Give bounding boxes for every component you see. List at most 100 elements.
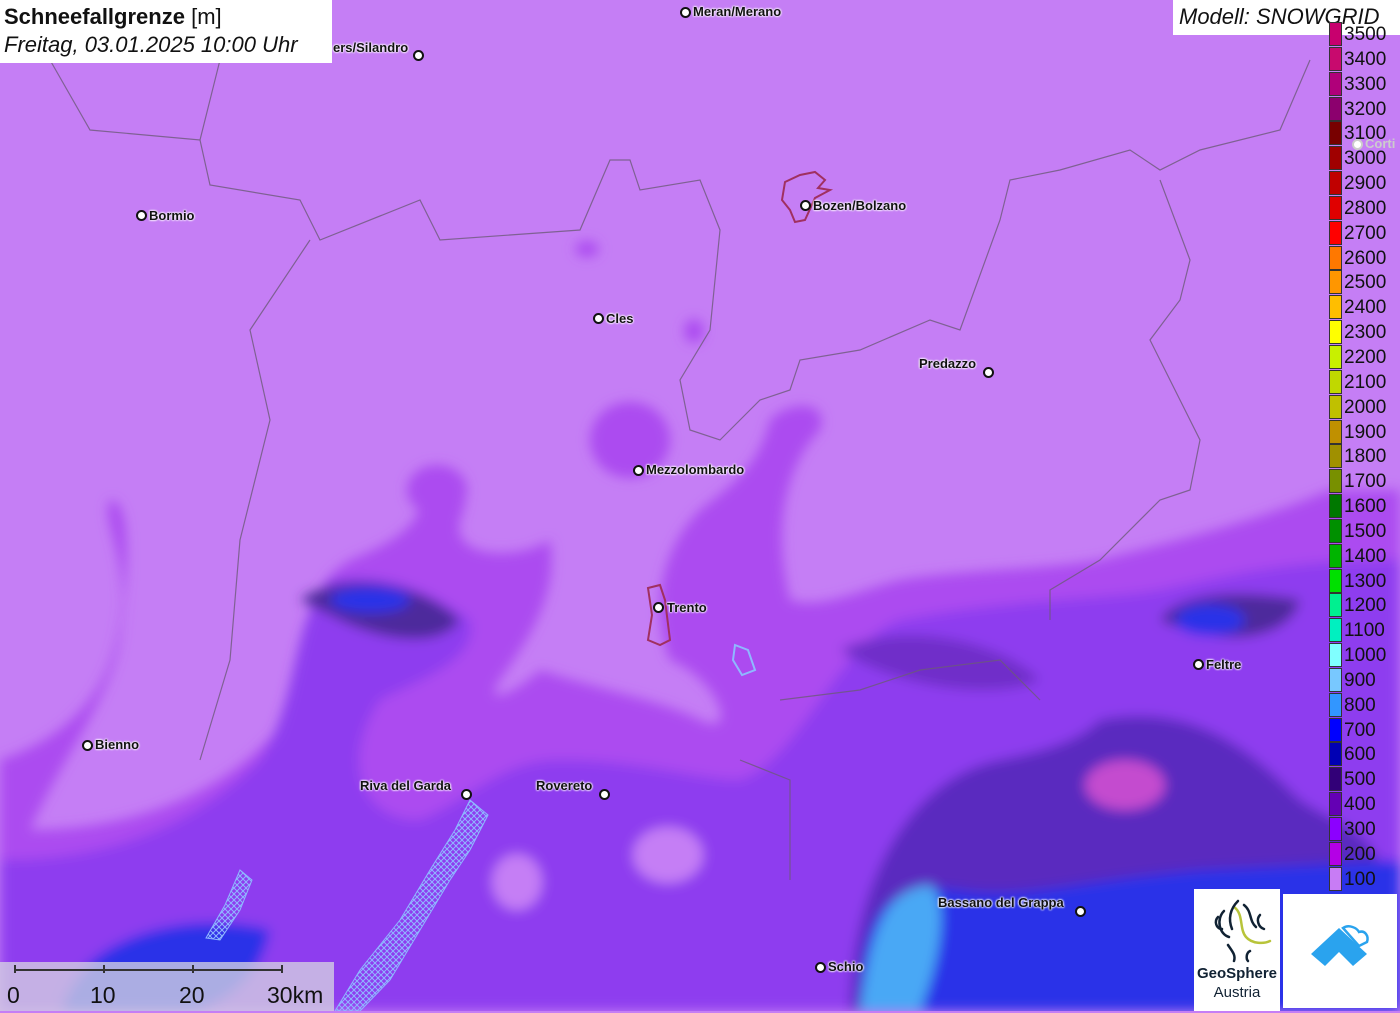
legend-value: 3100 bbox=[1344, 123, 1387, 145]
map-title: Schneefallgrenze bbox=[4, 4, 185, 29]
legend-swatch bbox=[1329, 146, 1342, 171]
legend-item: 1300 bbox=[1329, 568, 1400, 594]
legend-value: 1600 bbox=[1344, 496, 1387, 518]
city-dot bbox=[413, 50, 424, 61]
legend-item: 2700 bbox=[1329, 220, 1400, 246]
legend-swatch bbox=[1329, 643, 1342, 668]
legend-swatch bbox=[1329, 692, 1342, 717]
scale-label: 0 bbox=[7, 982, 20, 1008]
legend-item: 1900 bbox=[1329, 419, 1400, 445]
legend-value: 1500 bbox=[1344, 520, 1387, 542]
city-label: Riva del Garda bbox=[360, 778, 452, 793]
legend-swatch bbox=[1329, 295, 1342, 320]
legend-value: 2900 bbox=[1344, 173, 1387, 195]
legend-value: 1100 bbox=[1344, 620, 1385, 642]
legend-swatch bbox=[1329, 195, 1342, 220]
legend-item: 3100 bbox=[1329, 121, 1400, 146]
city-dot bbox=[815, 962, 826, 973]
legend-item: 2000 bbox=[1329, 394, 1400, 420]
legend-value: 3200 bbox=[1344, 98, 1387, 120]
city-label: Bormio bbox=[149, 208, 195, 223]
city-label: Bienno bbox=[95, 737, 140, 752]
legend-item: 200 bbox=[1329, 841, 1400, 867]
legend-swatch bbox=[1329, 270, 1342, 295]
legend-value: 2200 bbox=[1344, 346, 1387, 368]
city-label: Feltre bbox=[1206, 657, 1242, 672]
legend-swatch bbox=[1329, 494, 1342, 519]
legend-value: 900 bbox=[1344, 669, 1376, 691]
color-legend: 3500 3400 3300 3200 3100 3000 2900 2800 2700 2600… bbox=[1329, 22, 1400, 892]
scale-tick bbox=[192, 965, 194, 973]
legend-item: 2200 bbox=[1329, 344, 1400, 370]
city-dot bbox=[461, 789, 472, 800]
legend-value: 500 bbox=[1344, 769, 1376, 791]
legend-swatch bbox=[1329, 369, 1342, 394]
legend-swatch bbox=[1329, 792, 1342, 817]
legend-item: 2800 bbox=[1329, 195, 1400, 221]
legend-item: 2400 bbox=[1329, 295, 1400, 320]
legend-item: 3500 bbox=[1329, 22, 1400, 47]
legend-value: 2000 bbox=[1344, 396, 1387, 418]
legend-swatch bbox=[1329, 717, 1342, 742]
city-dot bbox=[800, 200, 811, 211]
legend-swatch bbox=[1329, 568, 1342, 593]
legend-swatch bbox=[1329, 518, 1342, 543]
legend-item: 300 bbox=[1329, 817, 1400, 842]
legend-value: 2600 bbox=[1344, 247, 1387, 269]
legend-item: 2500 bbox=[1329, 270, 1400, 295]
legend-swatch bbox=[1329, 394, 1342, 419]
legend-item: 3200 bbox=[1329, 96, 1400, 122]
legend-item: 1700 bbox=[1329, 469, 1400, 494]
legend-item: 3000 bbox=[1329, 146, 1400, 171]
legend-swatch bbox=[1329, 817, 1342, 841]
city-label: Bassano del Grappa bbox=[938, 895, 1064, 910]
legend-item: 700 bbox=[1329, 717, 1400, 743]
legend-swatch bbox=[1329, 866, 1342, 891]
legend-item: 1100 bbox=[1329, 618, 1400, 643]
legend-value: 1300 bbox=[1344, 570, 1387, 592]
legend-value: 1900 bbox=[1344, 421, 1387, 443]
legend-item: 500 bbox=[1329, 767, 1400, 792]
scale-label: 10 bbox=[90, 982, 116, 1008]
legend-value: 2500 bbox=[1344, 272, 1387, 294]
scale-tick bbox=[14, 965, 16, 973]
legend-item: 1800 bbox=[1329, 444, 1400, 469]
geosphere-austria-logo[interactable]: GeoSphere Austria bbox=[1194, 889, 1280, 1011]
legend-value: 3400 bbox=[1344, 48, 1387, 70]
city-dot bbox=[82, 740, 93, 751]
legend-value: 2800 bbox=[1344, 197, 1387, 219]
legend-swatch bbox=[1329, 841, 1342, 866]
legend-value: 600 bbox=[1344, 744, 1376, 766]
city-dot bbox=[983, 367, 994, 378]
legend-value: 2300 bbox=[1344, 322, 1387, 344]
legend-item: 1200 bbox=[1329, 593, 1400, 618]
city-label: Bozen/Bolzano bbox=[813, 198, 907, 213]
legend-swatch bbox=[1329, 96, 1342, 121]
legend-item: 2600 bbox=[1329, 245, 1400, 271]
snowfall-limit-map[interactable] bbox=[0, 0, 1400, 1011]
legend-item: 400 bbox=[1329, 792, 1400, 817]
legend-item: 2900 bbox=[1329, 171, 1400, 196]
legend-item: 2300 bbox=[1329, 320, 1400, 345]
legend-swatch bbox=[1329, 667, 1342, 692]
legend-value: 3500 bbox=[1344, 24, 1387, 45]
legend-value: 1200 bbox=[1344, 595, 1387, 617]
city-dot bbox=[653, 602, 664, 613]
snowgrid-logo[interactable] bbox=[1283, 894, 1397, 1008]
legend-value: 100 bbox=[1344, 868, 1376, 890]
geosphere-swirl-icon bbox=[1214, 899, 1272, 963]
city-label: Predazzo bbox=[919, 356, 977, 371]
legend-swatch bbox=[1329, 220, 1342, 245]
legend-item: 1000 bbox=[1329, 643, 1400, 668]
legend-swatch bbox=[1329, 618, 1342, 643]
city-label: Rovereto bbox=[536, 778, 593, 793]
city-dot bbox=[599, 789, 610, 800]
legend-swatch bbox=[1329, 320, 1342, 345]
scale-label: 20 bbox=[179, 982, 205, 1008]
city-dot bbox=[680, 7, 691, 18]
legend-swatch bbox=[1329, 469, 1342, 494]
geosphere-country: Austria bbox=[1213, 984, 1261, 1001]
legend-value: 1700 bbox=[1344, 471, 1387, 493]
legend-value: 2700 bbox=[1344, 222, 1387, 244]
legend-swatch bbox=[1329, 742, 1342, 767]
